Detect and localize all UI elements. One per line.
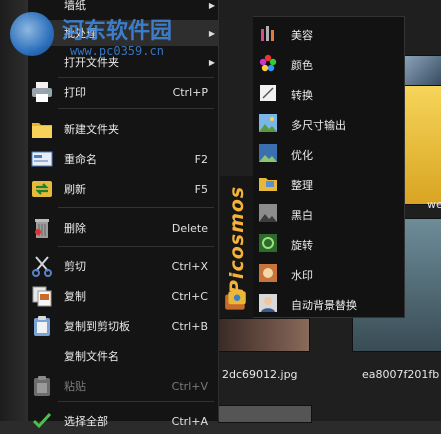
menu-item-label: 新建文件夹 [64,123,119,136]
submenu-item-label: 多尺寸输出 [291,119,346,132]
submenu-item-optimize[interactable]: 优化 [253,139,404,169]
submenu-arrow-icon: ▶ [208,28,215,38]
submenu-arrow-icon: ▶ [208,57,215,67]
menu-item-label: 复制到剪切板 [64,320,130,333]
menu-item-delete[interactable]: 删除 Delete [28,215,218,241]
menu-item-label: 复制 [64,290,86,303]
thumbnail-folder[interactable] [404,85,441,205]
copy-icon [32,286,52,307]
menu-item-open-folder[interactable]: 打开文件夹 ▶ [28,49,218,75]
shortcut-label: Ctrl+V [171,379,208,393]
submenu-item-black-white[interactable]: 黑白 [253,199,404,229]
landscape-photo-icon [259,114,277,132]
picosmos-brand-strip: Picosmos [220,176,253,318]
shortcut-label: Ctrl+C [171,289,208,303]
menu-item-label: 复制文件名 [64,350,119,363]
refresh-icon [32,181,52,197]
submenu-item-label: 颜色 [291,59,313,72]
makeup-icon [261,26,274,41]
menu-item-wallpaper[interactable]: 墙纸 ▶ [28,0,218,18]
submenu-item-label: 整理 [291,179,313,192]
folder-icon [32,123,52,138]
black-white-icon [259,204,277,222]
menu-item-label: 剪切 [64,260,86,273]
optimize-icon [259,144,277,162]
trash-icon [35,219,49,238]
menu-item-refresh[interactable]: 刷新 F5 [28,176,218,202]
shortcut-label: Delete [171,221,208,235]
checkmark-icon [32,412,52,429]
menu-item-label: 墙纸 [64,0,86,12]
shortcut-label: Ctrl+P [172,85,208,99]
picosmos-logo-text: Picosmos [226,185,248,294]
printer-icon [32,82,52,102]
menu-item-copy-to-clipboard[interactable]: 复制到剪切板 Ctrl+B [28,313,218,339]
shortcut-label: F2 [194,152,208,166]
menu-separator [58,246,214,247]
menu-item-label: 选择全部 [64,415,108,428]
menu-item-batch[interactable]: 批处理 ▶ [28,20,218,46]
color-palette-icon [259,54,277,72]
menu-item-label: 重命名 [64,153,97,166]
submenu-item-label: 优化 [291,149,313,162]
submenu-item-label: 转换 [291,89,313,102]
rotate-icon [259,234,277,252]
menu-item-copy[interactable]: 复制 Ctrl+C [28,283,218,309]
clipboard-icon [34,316,50,336]
batch-submenu: 美容 颜色 转换 多尺寸输出 优化 整理 黑白 旋转 水印 自动背景替换 [253,16,405,318]
menu-item-label: 打印 [64,86,86,99]
portrait-icon [259,294,277,312]
menu-separator [58,108,214,109]
menu-item-print[interactable]: 打印 Ctrl+P [28,79,218,105]
shortcut-label: Ctrl+X [171,259,208,273]
menu-item-copy-file-name[interactable]: 复制文件名 [28,343,218,369]
menu-item-label: 打开文件夹 [64,56,119,69]
rename-icon [31,151,53,167]
watermark-icon [259,264,277,282]
menu-item-paste[interactable]: 粘贴 Ctrl+V [28,373,218,399]
shortcut-label: F5 [194,182,208,196]
menu-separator [58,207,214,208]
shortcut-label: Ctrl+B [171,319,208,333]
thumbnail-image[interactable] [218,405,312,423]
scissors-icon [32,256,52,277]
convert-icon [260,85,276,101]
menu-item-cut[interactable]: 剪切 Ctrl+X [28,253,218,279]
context-menu: 墙纸 ▶ 批处理 ▶ 打开文件夹 ▶ 打印 Ctrl+P 新建文件夹 重命名 F… [28,0,219,429]
submenu-item-label: 自动背景替换 [291,299,357,312]
menu-item-new-folder[interactable]: 新建文件夹 [28,116,218,142]
file-name-label[interactable]: 2dc69012.jpg [222,368,298,381]
file-name-label[interactable]: ea8007f201fb [362,368,439,381]
submenu-item-multi-size-output[interactable]: 多尺寸输出 [253,109,404,139]
submenu-item-watermark[interactable]: 水印 [253,259,404,289]
submenu-item-auto-background-replace[interactable]: 自动背景替换 [253,289,404,319]
picosmos-logo-icon [225,291,246,310]
menu-item-label: 粘贴 [64,380,86,393]
menu-item-label: 刷新 [64,183,86,196]
submenu-item-beauty[interactable]: 美容 [253,19,404,49]
submenu-item-rotate[interactable]: 旋转 [253,229,404,259]
thumbnail-image[interactable] [218,318,310,352]
paste-icon [34,376,50,396]
shortcut-label: Ctrl+A [171,414,208,428]
submenu-item-label: 美容 [291,29,313,42]
organize-folder-icon [259,178,277,191]
submenu-item-convert[interactable]: 转换 [253,79,404,109]
left-panel-edge [0,0,28,421]
submenu-item-label: 黑白 [291,209,313,222]
submenu-item-label: 水印 [291,269,313,282]
submenu-item-color[interactable]: 颜色 [253,49,404,79]
file-name-label[interactable]: we [427,198,441,211]
submenu-item-organize[interactable]: 整理 [253,169,404,199]
menu-item-select-all[interactable]: 选择全部 Ctrl+A [28,408,218,434]
menu-item-label: 删除 [64,222,86,235]
menu-separator [58,77,214,78]
thumbnail-photo[interactable] [404,55,441,87]
submenu-item-label: 旋转 [291,239,313,252]
submenu-arrow-icon: ▶ [208,0,215,10]
menu-item-rename[interactable]: 重命名 F2 [28,146,218,172]
menu-item-label: 批处理 [64,27,97,40]
menu-separator [58,401,214,402]
